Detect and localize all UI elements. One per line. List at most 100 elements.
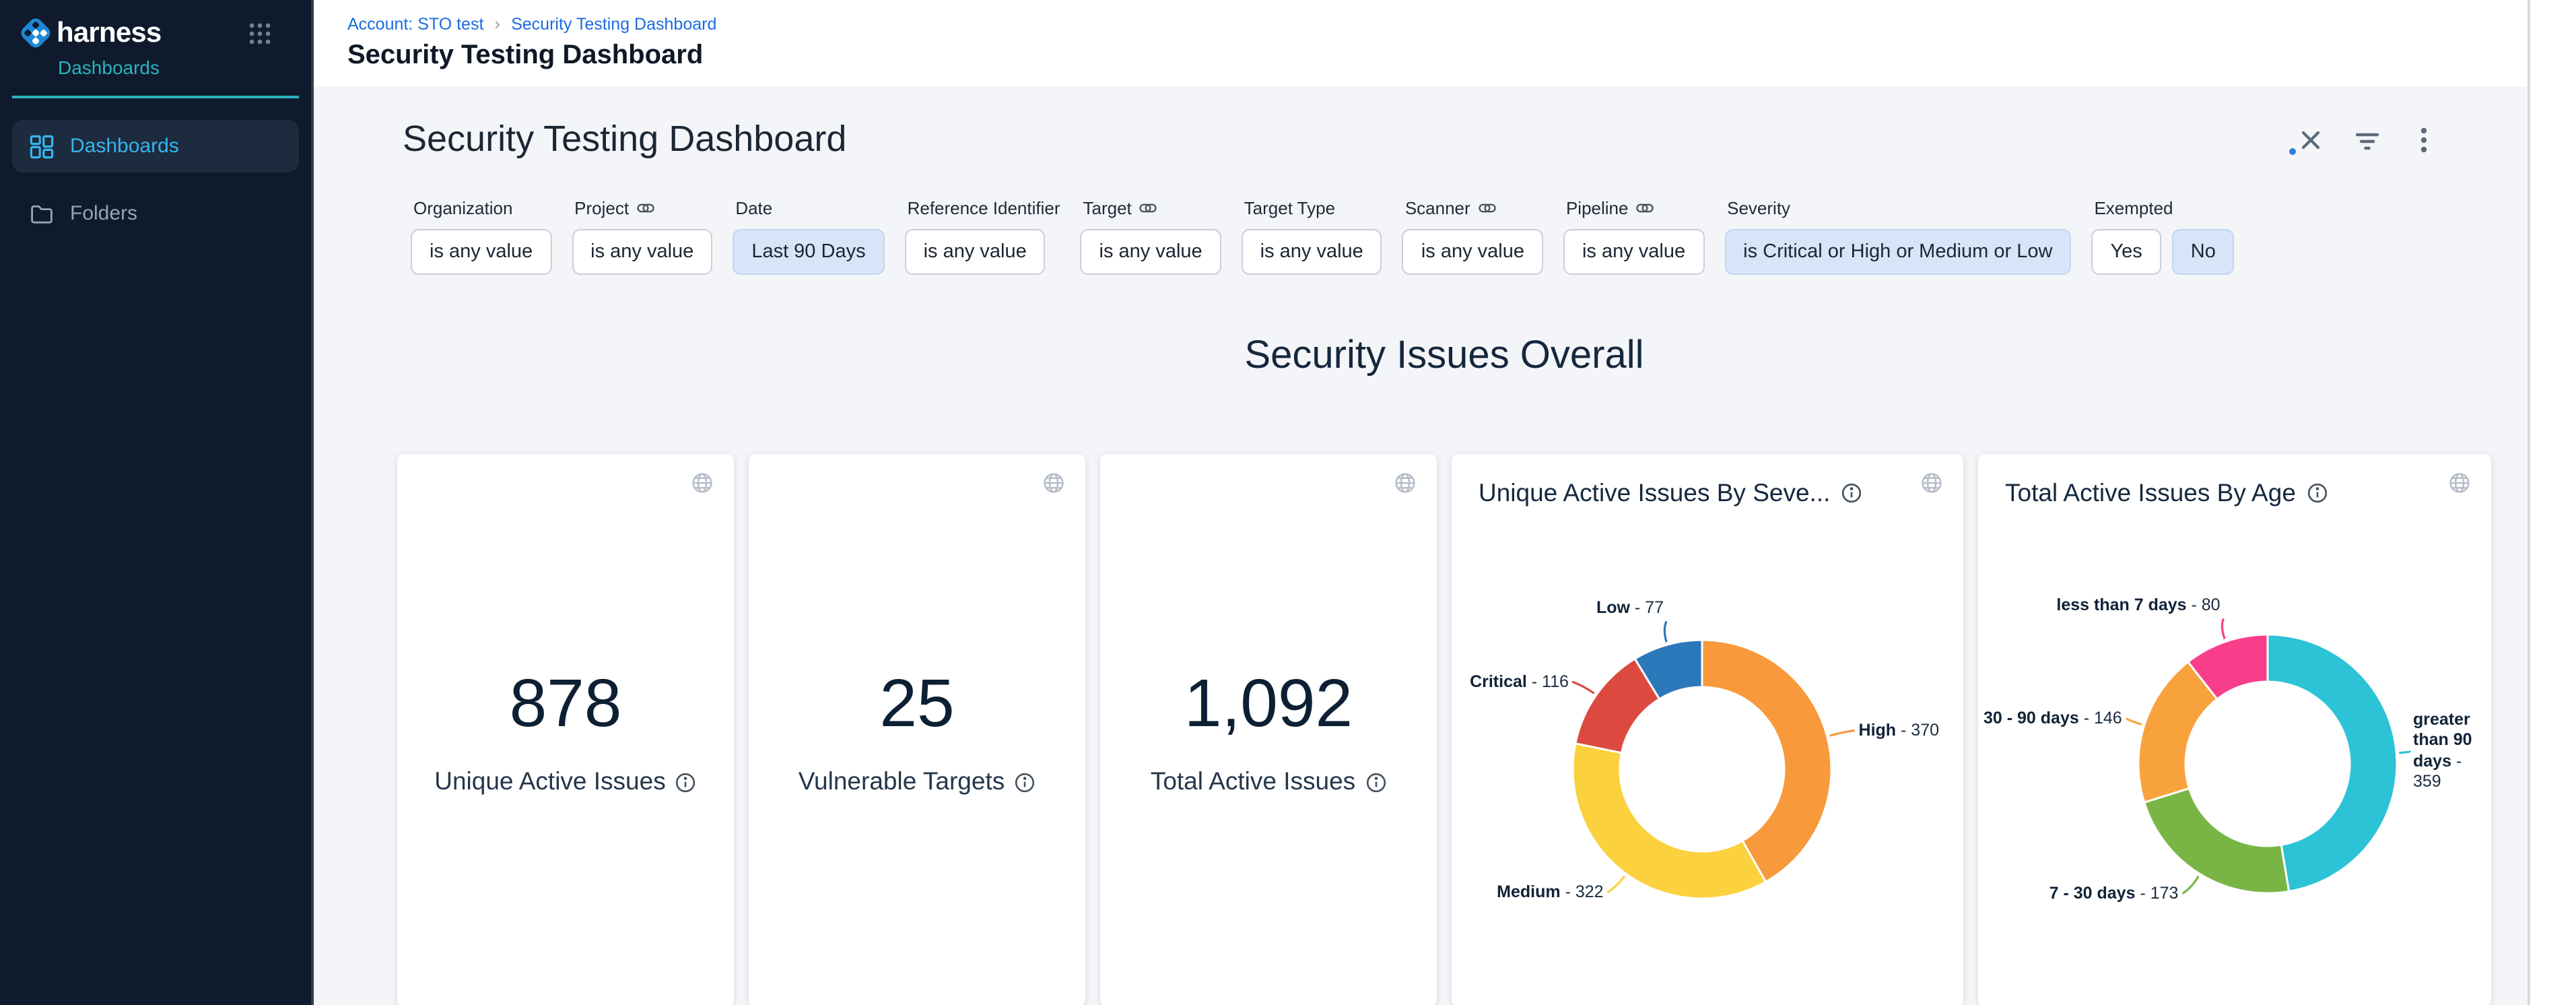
sidebar-item-folders[interactable]: Folders	[12, 187, 299, 240]
filter-bar: Organizationis any value Project is any va…	[411, 198, 2528, 275]
globe-icon[interactable]	[1394, 472, 1417, 494]
filter-pipeline: Pipeline is any value	[1563, 198, 1704, 275]
info-icon[interactable]	[1365, 771, 1386, 792]
globe-icon[interactable]	[691, 472, 714, 494]
product-name: Dashboards	[58, 57, 295, 78]
donut-labels: greater than 90 days - 3597 - 30 days - …	[1978, 454, 2491, 1005]
module-grid-icon[interactable]	[248, 22, 272, 46]
harness-logo-icon	[16, 13, 55, 53]
donut-label-connector	[1607, 876, 1625, 893]
sidebar-item-label: Dashboards	[70, 135, 179, 158]
filter-scanner: Scanneris any value	[1402, 198, 1543, 275]
dashboard-header: Security Testing Dashboard	[314, 86, 2528, 160]
cards-row: 878 Unique Active Issues	[397, 454, 2491, 1005]
filter-target: Target is any value	[1081, 198, 1221, 275]
close-button[interactable]	[2295, 123, 2327, 156]
metric-card-vulnerable-targets: 25 Vulnerable Targets	[749, 454, 1085, 1005]
info-icon[interactable]	[2307, 482, 2328, 504]
donut-label-high: High - 370	[1859, 720, 1940, 741]
filter-target-type: Target Typeis any value	[1242, 198, 1382, 275]
section-title: Security Issues Overall	[397, 334, 2491, 379]
sidebar: harness Dashboards Dashboards Folders	[0, 0, 314, 1005]
info-icon[interactable]	[1841, 482, 1862, 504]
filter-label: Date	[735, 198, 772, 218]
donut-labels: High - 370 Medium - 322 Critical - 116 Low …	[1452, 454, 1963, 1005]
filter-label: Target	[1083, 198, 1132, 218]
chart-title: Unique Active Issues By Seve...	[1479, 478, 1830, 508]
filter-organization: Organizationis any value	[411, 198, 551, 275]
donut-slice-high[interactable]	[1702, 640, 1831, 882]
link-icon	[637, 199, 654, 217]
filter-value-exempted-no[interactable]: No	[2172, 229, 2235, 275]
filter-value-reference-identifier-is-any-value[interactable]: is any value	[905, 229, 1046, 275]
link-icon	[1479, 199, 1496, 217]
info-icon[interactable]	[1014, 771, 1036, 792]
filter-date: Date Last 90 Days	[733, 198, 884, 275]
brand-name: harness	[57, 17, 162, 49]
donut-label-low: Low - 77	[1596, 598, 1664, 619]
donut-label-connector	[2126, 719, 2142, 725]
metric-card-total-active-issues: 1,092 Total Active Issues	[1100, 454, 1437, 1005]
filter-reference-identifier: Reference Identifieris any value	[905, 198, 1060, 275]
breadcrumb-dashboard-link[interactable]: Security Testing Dashboard	[511, 14, 716, 33]
sidebar-item-label: Folders	[70, 202, 137, 225]
metric-value: 1,092	[1184, 664, 1353, 742]
donut-label-7-30-days: 7 - 30 days - 173	[2049, 884, 2179, 905]
filter-exempted: Exempted YesNo	[2091, 198, 2234, 275]
link-icon	[1637, 199, 1654, 217]
chevron-right-icon: ›	[494, 13, 500, 34]
donut-label-medium: Medium - 322	[1497, 882, 1603, 903]
notification-dot	[2289, 148, 2296, 154]
donut-label-connector	[1664, 621, 1666, 642]
metric-label: Unique Active Issues	[434, 767, 665, 796]
donut-slice-greater-than-90-days[interactable]	[2268, 635, 2397, 891]
donut-label-connector	[2222, 618, 2225, 639]
scroll-gutter[interactable]	[2528, 0, 2576, 1005]
sidebar-item-dashboards[interactable]: Dashboards	[12, 120, 299, 172]
filter-label: Severity	[1727, 198, 1790, 218]
metric-value: 878	[510, 664, 622, 742]
link-icon	[1140, 199, 1157, 217]
metric-label: Vulnerable Targets	[799, 767, 1005, 796]
breadcrumb-account-link[interactable]: Account: STO test	[347, 14, 483, 33]
metric-value: 25	[879, 664, 954, 742]
globe-icon[interactable]	[1042, 472, 1065, 494]
donut-slice-7-30-days[interactable]	[2144, 788, 2289, 893]
filter-value-target-type-is-any-value[interactable]: is any value	[1242, 229, 1382, 275]
topbar: Account: STO test › Security Testing Das…	[314, 0, 2576, 86]
filter-value-organization-is-any-value[interactable]: is any value	[411, 229, 551, 275]
filter-value-severity-is-critical-or-high-or-medium-or-low[interactable]: is Critical or High or Medium or Low	[1724, 229, 2071, 275]
donut-label-30-90-days: 30 - 90 days - 146	[1984, 709, 2122, 730]
metric-label: Total Active Issues	[1151, 767, 1355, 796]
donut-slice-medium[interactable]	[1573, 744, 1766, 899]
donut-label-connector	[1572, 682, 1594, 693]
filter-severity: Severity is Critical or High or Medium or…	[1724, 198, 2071, 275]
donut-label-connector	[2399, 751, 2410, 752]
donut-label-connector	[2183, 876, 2199, 894]
donut-label-less-than-7-days: less than 7 days - 80	[2056, 595, 2220, 616]
donut-label-critical: Critical - 116	[1470, 672, 1569, 692]
dashboard-actions	[2295, 123, 2440, 156]
app: harness Dashboards Dashboards Folders Acc…	[0, 0, 2576, 1005]
chart-card-issues-by-age: Total Active Issues By Age	[1978, 454, 2491, 1005]
info-icon[interactable]	[675, 771, 697, 792]
filter-value-exempted-yes[interactable]: Yes	[2091, 229, 2161, 275]
filter-button[interactable]	[2351, 123, 2383, 156]
main-area: Account: STO test › Security Testing Das…	[314, 0, 2576, 1005]
filter-value-target-is-any-value[interactable]: is any value	[1081, 229, 1221, 275]
filter-label: Exempted	[2094, 198, 2173, 218]
donut-chart-age	[1978, 454, 2491, 1005]
filter-value-date-last-90-days[interactable]: Last 90 Days	[733, 229, 884, 275]
dashboard-content: Security Testing Dashboard	[314, 86, 2528, 1005]
filter-value-project-is-any-value[interactable]: is any value	[572, 229, 712, 275]
filter-value-pipeline-is-any-value[interactable]: is any value	[1563, 229, 1704, 275]
filter-label: Project	[574, 198, 629, 218]
filter-label: Pipeline	[1566, 198, 1629, 218]
sidebar-header: harness Dashboards	[12, 0, 299, 98]
page-title: Security Testing Dashboard	[347, 40, 2576, 71]
sidebar-nav: Dashboards Folders	[12, 120, 299, 240]
filter-value-scanner-is-any-value[interactable]: is any value	[1402, 229, 1543, 275]
dashboard-title: Security Testing Dashboard	[403, 119, 846, 160]
more-options-button[interactable]	[2408, 123, 2440, 156]
metric-card-unique-active-issues: 878 Unique Active Issues	[397, 454, 734, 1005]
